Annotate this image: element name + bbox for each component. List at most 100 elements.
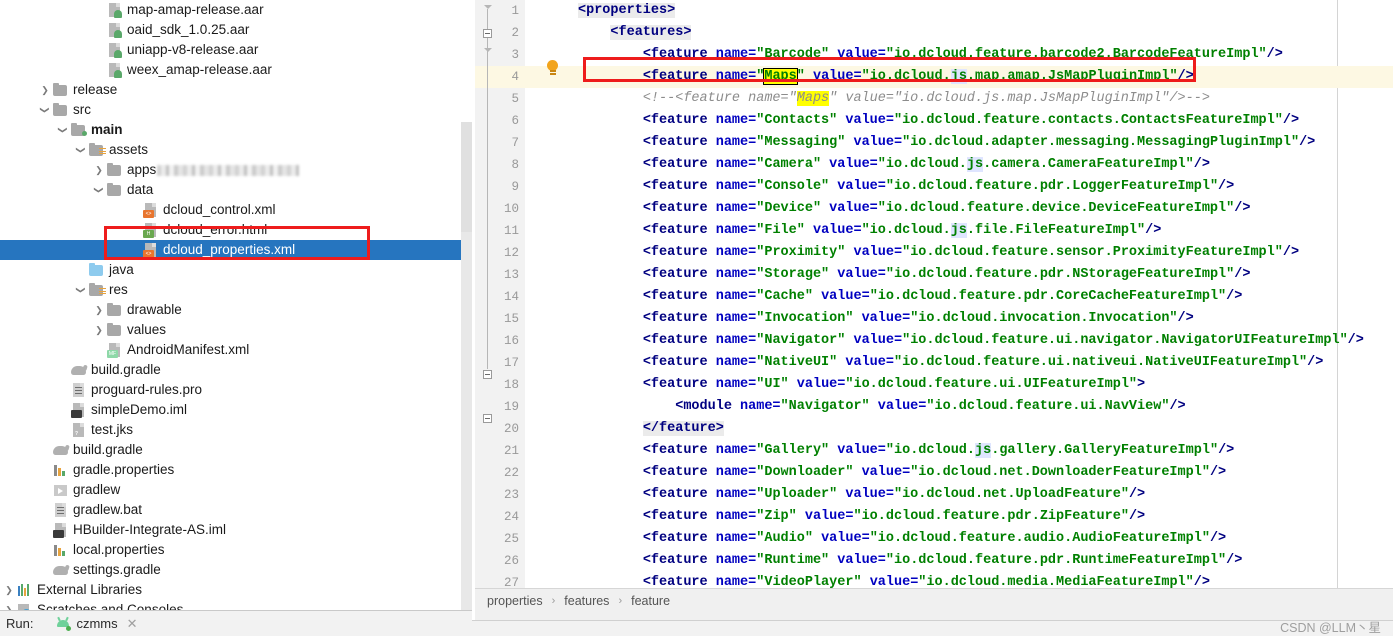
tree-item-apps[interactable]: ❯ apps bbox=[0, 160, 472, 180]
code-line-3[interactable]: 3 <feature name="Barcode" value="io.dclo… bbox=[475, 44, 1393, 66]
line-number: 17 bbox=[503, 356, 519, 370]
code-line-12[interactable]: 12 <feature name="Proximity" value="io.d… bbox=[475, 242, 1393, 264]
code-line-14[interactable]: 14 <feature name="Cache" value="io.dclou… bbox=[475, 286, 1393, 308]
tree-item-dcloud-properties-xml[interactable]: ❯<>dcloud_properties.xml bbox=[0, 240, 472, 260]
fold-marker-line18-icon[interactable] bbox=[483, 370, 492, 379]
chevron-right-icon[interactable]: ❯ bbox=[92, 300, 106, 320]
code-line-25[interactable]: 25 <feature name="Audio" value="io.dclou… bbox=[475, 528, 1393, 550]
tree-item-hbuilder-integrate-as-iml[interactable]: ❯ HBuilder-Integrate-AS.iml bbox=[0, 520, 472, 540]
code-token: "io.dcloud. bbox=[885, 443, 976, 458]
code-line-18[interactable]: 18 <feature name="UI" value="io.dcloud.f… bbox=[475, 374, 1393, 396]
breadcrumb[interactable]: properties › features › feature bbox=[475, 588, 1393, 613]
chevron-right-icon[interactable]: ❯ bbox=[2, 580, 16, 600]
tree-item-label: assets bbox=[109, 142, 149, 157]
tree-item-assets[interactable]: ❯ assets bbox=[0, 140, 472, 160]
code-line-13[interactable]: 13 <feature name="Storage" value="io.dcl… bbox=[475, 264, 1393, 286]
tree-item-local-properties[interactable]: ❯ local.properties bbox=[0, 540, 472, 560]
chevron-right-icon[interactable]: ❯ bbox=[2, 600, 16, 610]
tree-item-dcloud-control-xml[interactable]: ❯<>dcloud_control.xml bbox=[0, 200, 472, 220]
code-token: name= bbox=[715, 113, 757, 128]
code-line-23[interactable]: 23 <feature name="Uploader" value="io.dc… bbox=[475, 484, 1393, 506]
code-line-4[interactable]: 4 <feature name="Maps" value="io.dcloud.… bbox=[475, 66, 1393, 88]
code-token: value= bbox=[829, 201, 878, 216]
code-line-22[interactable]: 22 <feature name="Downloader" value="io.… bbox=[475, 462, 1393, 484]
tree-item-release[interactable]: ❯ release bbox=[0, 80, 472, 100]
tree-item-gradlew[interactable]: ❯ gradlew bbox=[0, 480, 472, 500]
code-token: name= bbox=[715, 509, 757, 524]
code-token: value= bbox=[869, 575, 919, 588]
code-line-17[interactable]: 17 <feature name="NativeUI" value="io.dc… bbox=[475, 352, 1393, 374]
code-token: name= bbox=[715, 311, 757, 326]
tree-item-proguard-rules-pro[interactable]: ❯ proguard-rules.pro bbox=[0, 380, 472, 400]
code-line-15[interactable]: 15 <feature name="Invocation" value="io.… bbox=[475, 308, 1393, 330]
fold-arrow-line2-icon[interactable] bbox=[483, 48, 492, 52]
project-scrollbar-thumb[interactable] bbox=[461, 122, 472, 232]
fold-marker-line20-icon[interactable] bbox=[483, 414, 492, 423]
tree-item-oaid-sdk-1-0-25-aar[interactable]: ❯ oaid_sdk_1.0.25.aar bbox=[0, 20, 472, 40]
tree-item-map-amap-release-aar[interactable]: ❯ map-amap-release.aar bbox=[0, 0, 472, 20]
tree-item-data[interactable]: ❯ data bbox=[0, 180, 472, 200]
tree-item-label: release bbox=[73, 82, 118, 97]
code-line-27[interactable]: 27 <feature name="VideoPlayer" value="io… bbox=[475, 572, 1393, 588]
properties-file-icon bbox=[52, 462, 70, 478]
project-tree-list[interactable]: ❯ map-amap-release.aar ❯ oaid_sdk_1.0.25.aa… bbox=[0, 0, 472, 610]
project-tool-window[interactable]: ❯ map-amap-release.aar ❯ oaid_sdk_1.0.25.aa… bbox=[0, 0, 472, 610]
tree-item-gradlew-bat[interactable]: ❯ gradlew.bat bbox=[0, 500, 472, 520]
tree-item-simpledemo-iml[interactable]: ❯ simpleDemo.iml bbox=[0, 400, 472, 420]
code-token: /> bbox=[1177, 311, 1194, 326]
intention-bulb-icon[interactable] bbox=[546, 60, 559, 76]
chevron-right-icon[interactable]: ❯ bbox=[92, 160, 106, 180]
tree-item-values[interactable]: ❯ values bbox=[0, 320, 472, 340]
code-line-2[interactable]: 2 <features> bbox=[475, 22, 1393, 44]
code-editor[interactable]: 1 <properties> 2 <features> 3 <feature name… bbox=[475, 0, 1393, 588]
tree-item-uniapp-v8-release-aar[interactable]: ❯ uniapp-v8-release.aar bbox=[0, 40, 472, 60]
fold-marker-line2-icon[interactable] bbox=[483, 29, 492, 38]
close-icon[interactable]: ✕ bbox=[127, 616, 138, 632]
code-line-7[interactable]: 7 <feature name="Messaging" value="io.dc… bbox=[475, 132, 1393, 154]
code-line-24[interactable]: 24 <feature name="Zip" value="io.dcloud.… bbox=[475, 506, 1393, 528]
tree-item-drawable[interactable]: ❯ drawable bbox=[0, 300, 472, 320]
tree-item-test-jks[interactable]: ❯?test.jks bbox=[0, 420, 472, 440]
code-line-20[interactable]: 20 </feature> bbox=[475, 418, 1393, 440]
code-line-21[interactable]: 21 <feature name="Gallery" value="io.dcl… bbox=[475, 440, 1393, 462]
tree-item-settings-gradle[interactable]: ❯ settings.gradle bbox=[0, 560, 472, 580]
tree-item-dcloud-error-html[interactable]: ❯Hdcloud_error.html bbox=[0, 220, 472, 240]
blurred-path-segment bbox=[157, 164, 300, 176]
code-line-9[interactable]: 9 <feature name="Console" value="io.dclo… bbox=[475, 176, 1393, 198]
tree-item-java[interactable]: ❯ java bbox=[0, 260, 472, 280]
tree-item-main[interactable]: ❯ main bbox=[0, 120, 472, 140]
run-tab-czmms[interactable]: czmms ✕ bbox=[55, 616, 138, 632]
tree-item-external-libraries[interactable]: ❯ External Libraries bbox=[0, 580, 472, 600]
code-line-1[interactable]: 1 <properties> bbox=[475, 0, 1393, 22]
code-line-11[interactable]: 11 <feature name="File" value="io.dcloud… bbox=[475, 220, 1393, 242]
code-line-19[interactable]: 19 <module name="Navigator" value="io.dc… bbox=[475, 396, 1393, 418]
code-token: "io.dcloud.feature.sensor.ProximityFeatu… bbox=[902, 245, 1283, 260]
tree-item-build-gradle[interactable]: ❯ build.gradle bbox=[0, 440, 472, 460]
code-line-6[interactable]: 6 <feature name="Contacts" value="io.dcl… bbox=[475, 110, 1393, 132]
tree-item-label: java bbox=[109, 262, 134, 277]
tree-item-res[interactable]: ❯ res bbox=[0, 280, 472, 300]
tree-item-androidmanifest-xml[interactable]: ❯MFAndroidManifest.xml bbox=[0, 340, 472, 360]
chevron-right-icon[interactable]: ❯ bbox=[92, 320, 106, 340]
tree-item-weex-amap-release-aar[interactable]: ❯ weex_amap-release.aar bbox=[0, 60, 472, 80]
chevron-right-icon[interactable]: ❯ bbox=[38, 80, 52, 100]
breadcrumb-item-feature[interactable]: feature bbox=[629, 594, 672, 608]
code-line-8[interactable]: 8 <feature name="Camera" value="io.dclou… bbox=[475, 154, 1393, 176]
code-line-26[interactable]: 26 <feature name="Runtime" value="io.dcl… bbox=[475, 550, 1393, 572]
line-number: 18 bbox=[503, 378, 519, 392]
tree-item-src[interactable]: ❯ src bbox=[0, 100, 472, 120]
code-line-16[interactable]: 16 <feature name="Navigator" value="io.d… bbox=[475, 330, 1393, 352]
run-tool-window-bar[interactable]: Run: czmms ✕ bbox=[0, 611, 472, 636]
tree-item-build-gradle[interactable]: ❯ build.gradle bbox=[0, 360, 472, 380]
breadcrumb-item-features[interactable]: features bbox=[562, 594, 611, 608]
tree-item-scratches-and-consoles[interactable]: ❯ Scratches and Consoles bbox=[0, 600, 472, 610]
code-line-5[interactable]: 5 <!--<feature name="Maps" value="io.dcl… bbox=[475, 88, 1393, 110]
code-token: <feature bbox=[642, 201, 716, 216]
editor-code-area[interactable]: 1 <properties> 2 <features> 3 <feature name… bbox=[475, 0, 1393, 588]
aar-file-icon bbox=[106, 22, 124, 38]
breadcrumb-item-properties[interactable]: properties bbox=[485, 594, 545, 608]
tree-item-gradle-properties[interactable]: ❯ gradle.properties bbox=[0, 460, 472, 480]
code-line-10[interactable]: 10 <feature name="Device" value="io.dclo… bbox=[475, 198, 1393, 220]
